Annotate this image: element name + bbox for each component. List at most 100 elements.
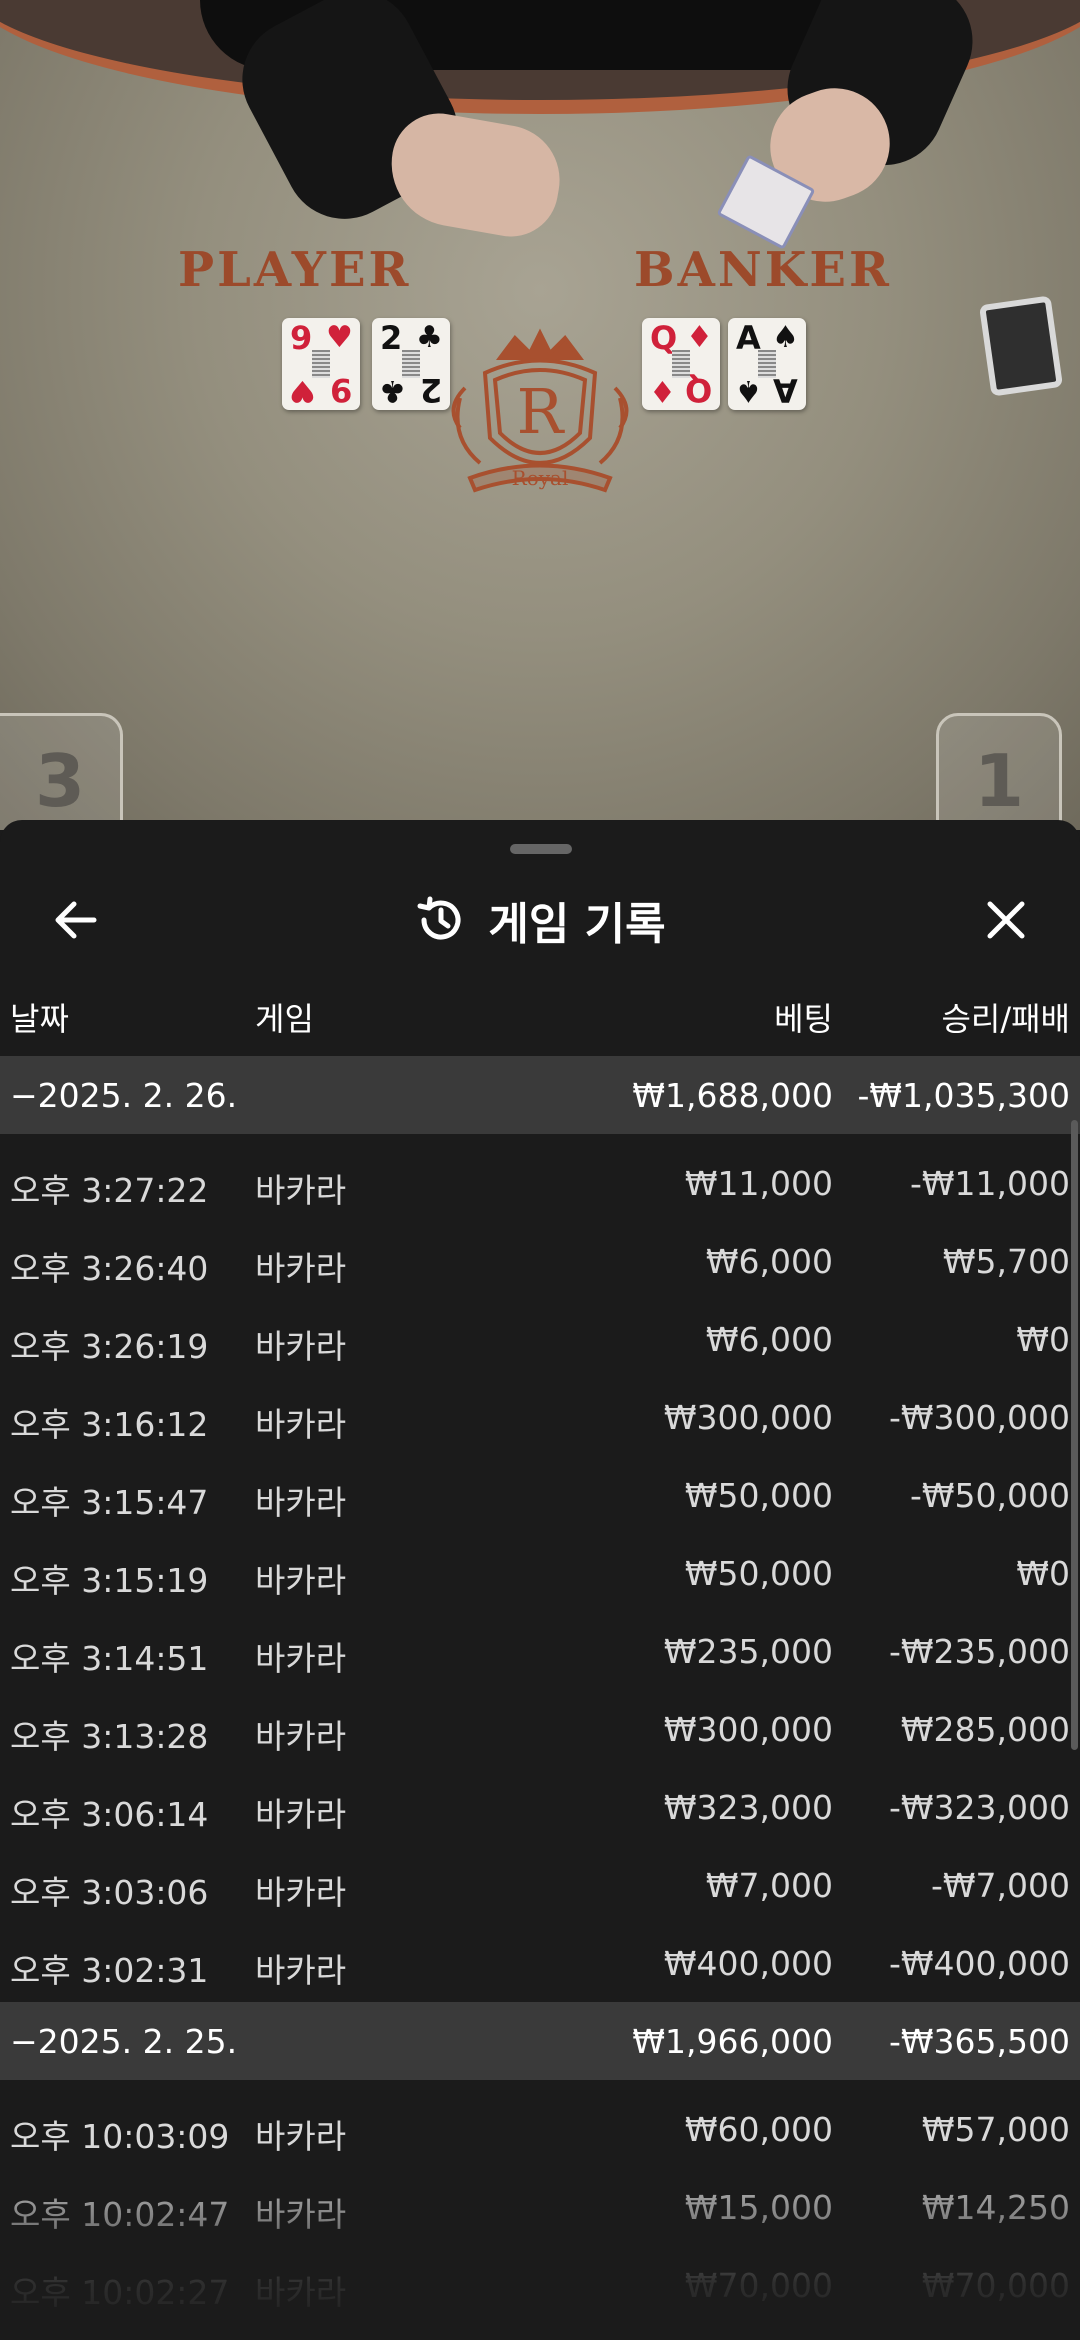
emblem-text: Royal (512, 466, 569, 490)
row-bet: ₩300,000 (663, 1398, 833, 1437)
group-result-total: -₩365,500 (888, 2022, 1070, 2061)
row-time: 오후 10:03:09 (10, 2117, 230, 2156)
row-result: ₩14,250 (921, 2188, 1070, 2227)
dealer-hand-left (381, 106, 569, 244)
table-row[interactable]: 오후 10:02:47 바카라 ₩15,000 ₩14,250 (0, 2168, 1080, 2246)
live-video-feed: PLAYER BANKER 9 ♥ 9 ♥ 2 ♣ 2 ♣ Q ♦ Q ♦ A ♠ A ♠ R Royal 3… (0, 0, 1080, 830)
card-suit-icon: ♦ (686, 320, 713, 355)
row-bet: ₩6,000 (705, 1320, 833, 1359)
row-game: 바카라 (255, 1873, 347, 1912)
card-rank: 9 (329, 371, 352, 409)
banker-card: Q ♦ Q ♦ (642, 318, 720, 410)
group-date: −2025. 2. 26. (10, 1076, 238, 1115)
row-result: -₩400,000 (888, 1944, 1070, 1983)
card-shoe (978, 295, 1064, 397)
row-game: 바카라 (255, 2273, 347, 2312)
card-rank: 9 (290, 319, 313, 357)
row-game: 바카라 (255, 1951, 347, 1990)
column-header-date: 날짜 (10, 1000, 69, 1038)
row-result: -₩50,000 (909, 1476, 1070, 1515)
date-group-row[interactable]: −2025. 2. 26. ₩1,688,000 -₩1,035,300 (0, 1056, 1080, 1134)
row-result: ₩57,000 (921, 2110, 1070, 2149)
page-title: 게임 기록 (488, 899, 666, 950)
position-marker-left: 3 (0, 713, 123, 830)
table-row[interactable]: 오후 10:03:09 바카라 ₩60,000 ₩57,000 (0, 2090, 1080, 2168)
row-time: 오후 3:26:40 (10, 1249, 209, 1288)
close-icon (987, 901, 1025, 939)
column-header-bet: 베팅 (774, 1000, 833, 1038)
row-bet: ₩300,000 (663, 1710, 833, 1749)
column-header-game: 게임 (255, 1000, 314, 1038)
group-date: −2025. 2. 25. (10, 2022, 238, 2061)
row-time: 오후 3:03:06 (10, 1873, 209, 1912)
row-result: -₩323,000 (888, 1788, 1070, 1827)
row-bet: ₩15,000 (684, 2188, 833, 2227)
player-label: PLAYER (178, 242, 412, 298)
row-result: -₩11,000 (909, 1164, 1070, 1203)
card-suit-icon: ♥ (326, 320, 353, 355)
row-result: ₩70,000 (921, 2266, 1070, 2305)
card-rank: 2 (419, 371, 442, 409)
table-row[interactable]: 오후 3:27:22 바카라 ₩11,000 -₩11,000 (0, 1144, 1080, 1222)
row-bet: ₩400,000 (663, 1944, 833, 1983)
row-time: 오후 3:16:12 (10, 1405, 209, 1444)
row-time: 오후 10:02:47 (10, 2195, 230, 2234)
row-bet: ₩6,000 (705, 1242, 833, 1281)
game-history-sheet: 게임 기록 날짜 게임 베팅 승리/패배 −2025. 2. 26. ₩1,688… (0, 820, 1080, 2340)
card-center-mark (672, 350, 690, 378)
row-game: 바카라 (255, 1717, 347, 1756)
row-result: -₩7,000 (930, 1866, 1070, 1905)
card-rank: 2 (380, 319, 403, 357)
group-bet-total: ₩1,688,000 (632, 1076, 833, 1115)
table-row[interactable]: 오후 3:13:28 바카라 ₩300,000 ₩285,000 (0, 1690, 1080, 1768)
table-row[interactable]: 오후 3:14:51 바카라 ₩235,000 -₩235,000 (0, 1612, 1080, 1690)
row-time: 오후 3:15:47 (10, 1483, 209, 1522)
row-bet: ₩60,000 (684, 2110, 833, 2149)
row-bet: ₩235,000 (663, 1632, 833, 1671)
row-time: 오후 3:15:19 (10, 1561, 209, 1600)
table-row[interactable]: 오후 3:26:19 바카라 ₩6,000 ₩0 (0, 1300, 1080, 1378)
row-result: ₩0 (1016, 1554, 1070, 1593)
row-game: 바카라 (255, 1327, 347, 1366)
sheet-header: 게임 기록 (0, 878, 1080, 962)
table-row[interactable]: 오후 3:03:06 바카라 ₩7,000 -₩7,000 (0, 1846, 1080, 1924)
row-bet: ₩7,000 (705, 1866, 833, 1905)
card-rank: Q (684, 371, 712, 409)
table-row[interactable]: 오후 10:02:27 바카라 ₩70,000 ₩70,000 (0, 2246, 1080, 2324)
table-row[interactable]: 오후 3:06:14 바카라 ₩323,000 -₩323,000 (0, 1768, 1080, 1846)
card-suit-icon: ♥ (289, 373, 316, 408)
row-bet: ₩50,000 (684, 1476, 833, 1515)
card-suit-icon: ♦ (649, 373, 676, 408)
row-result: -₩235,000 (888, 1632, 1070, 1671)
player-card: 9 ♥ 9 ♥ (282, 318, 360, 410)
date-group-row[interactable]: −2025. 2. 25. ₩1,966,000 -₩365,500 (0, 2002, 1080, 2080)
table-row[interactable]: 오후 3:15:19 바카라 ₩50,000 ₩0 (0, 1534, 1080, 1612)
card-rank: A (773, 371, 798, 409)
banker-label: BANKER (634, 242, 892, 298)
card-center-mark (402, 350, 420, 378)
table-row[interactable]: 오후 3:02:31 바카라 ₩400,000 -₩400,000 (0, 1924, 1080, 2002)
card-suit-icon: ♠ (772, 320, 799, 355)
scrollbar[interactable] (1071, 1120, 1078, 1750)
row-time: 오후 3:02:31 (10, 1951, 209, 1990)
royal-emblem-icon: R Royal (451, 328, 629, 493)
row-result: ₩0 (1016, 1320, 1070, 1359)
row-time: 오후 3:06:14 (10, 1795, 209, 1834)
drag-handle[interactable] (510, 844, 572, 854)
card-center-mark (758, 350, 776, 378)
history-icon (417, 896, 461, 940)
table-row[interactable]: 오후 3:26:40 바카라 ₩6,000 ₩5,700 (0, 1222, 1080, 1300)
close-button[interactable] (966, 880, 1046, 960)
position-marker-right: 1 (936, 713, 1062, 830)
table-row[interactable]: 오후 3:15:47 바카라 ₩50,000 -₩50,000 (0, 1456, 1080, 1534)
row-time: 오후 3:27:22 (10, 1171, 209, 1210)
row-game: 바카라 (255, 2195, 347, 2234)
row-time: 오후 3:26:19 (10, 1327, 209, 1366)
history-list[interactable]: −2025. 2. 26. ₩1,688,000 -₩1,035,300 오후 3:2… (0, 1056, 1080, 2324)
group-result-total: -₩1,035,300 (857, 1076, 1071, 1115)
row-game: 바카라 (255, 1171, 347, 1210)
row-game: 바카라 (255, 1795, 347, 1834)
table-row[interactable]: 오후 3:16:12 바카라 ₩300,000 -₩300,000 (0, 1378, 1080, 1456)
